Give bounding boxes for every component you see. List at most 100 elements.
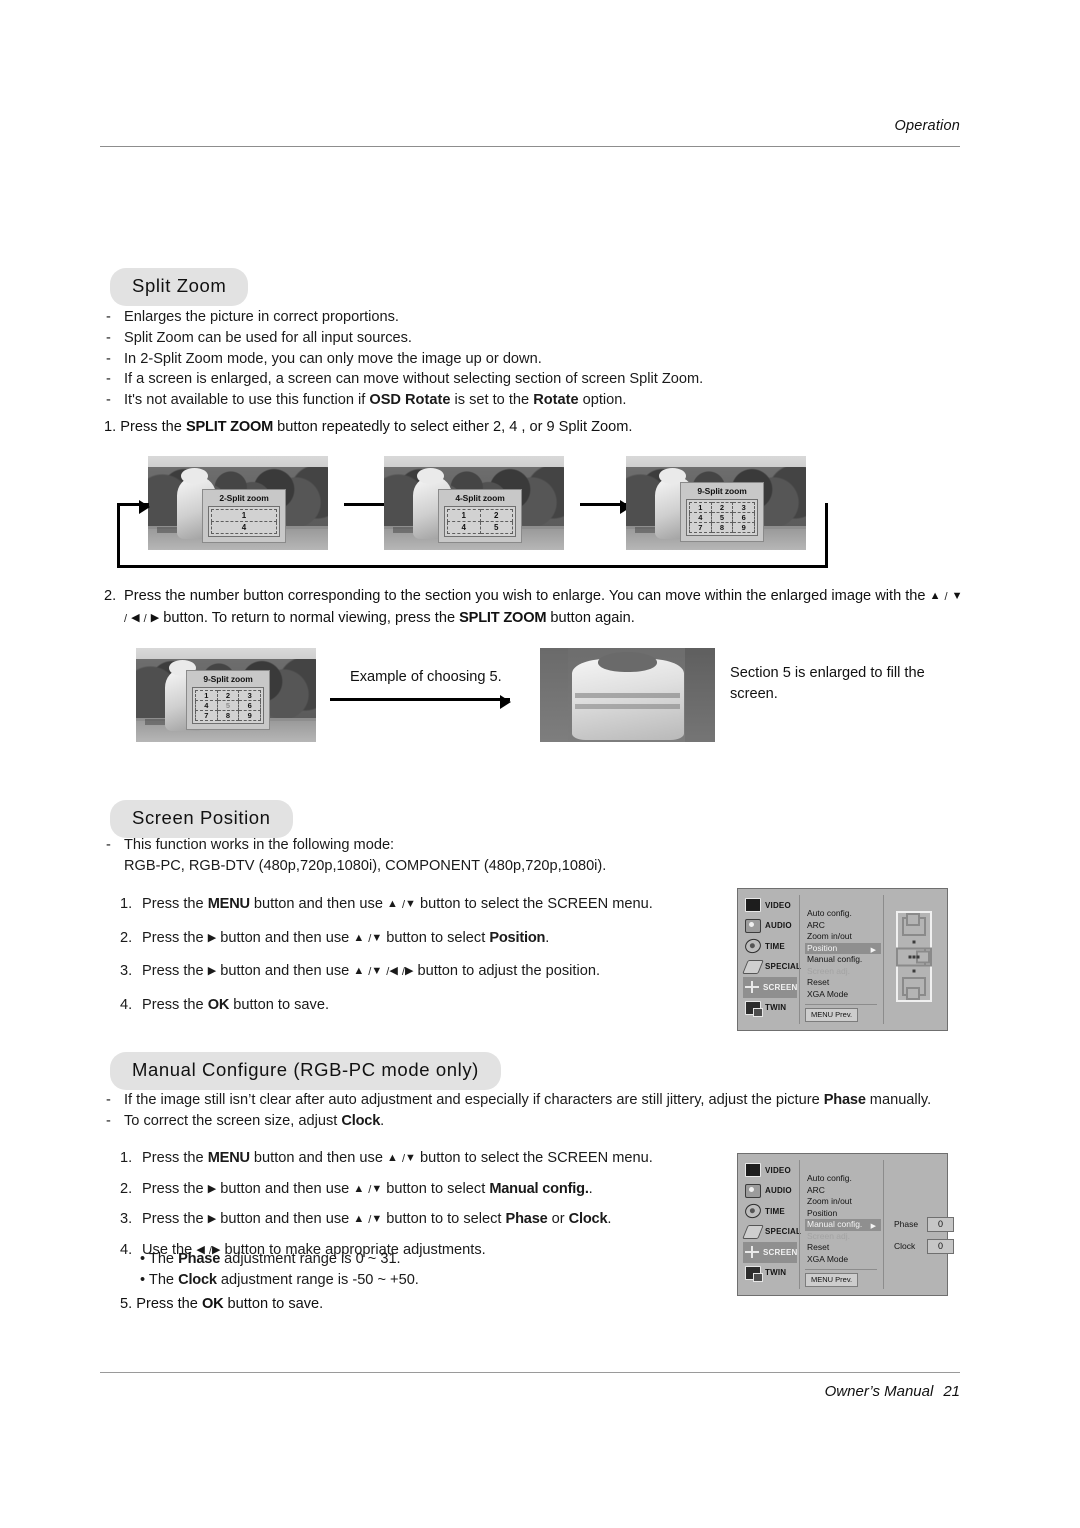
osd-sidebar-item-video[interactable]: VIDEO bbox=[743, 1160, 797, 1181]
twin-icon bbox=[745, 1265, 763, 1282]
osd-panel-position bbox=[883, 895, 942, 1024]
osd-overlay-9split-example: 9-Split zoom 123 456 789 bbox=[186, 670, 270, 730]
photo-enlarged-section bbox=[540, 648, 715, 742]
osd-sidebar-item-time[interactable]: TIME bbox=[743, 936, 797, 957]
step-3: 3. Press the ▶ button and then use ▲ /▼ … bbox=[120, 963, 601, 979]
position-dot-up bbox=[912, 940, 916, 944]
osd-sidebar-item-audio[interactable]: AUDIO bbox=[743, 1181, 797, 1202]
flow-loop-arrow bbox=[117, 500, 150, 514]
osd-menu-prev-button[interactable]: MENU Prev. bbox=[805, 1273, 859, 1287]
running-head: Operation bbox=[894, 118, 960, 134]
osd-sidebar-item-time[interactable]: TIME bbox=[743, 1201, 797, 1222]
osd-menu-prev-button[interactable]: MENU Prev. bbox=[805, 1008, 859, 1022]
split-grid-9-example: 123 456 789 bbox=[192, 687, 264, 724]
list-item: - Enlarges the picture in correct proport… bbox=[106, 309, 399, 325]
osd-menu-divider bbox=[805, 1004, 877, 1005]
osd-menu-item-screen-adj: Screen adj. bbox=[807, 1230, 850, 1241]
list-item: - If the image still isn’t clear after au… bbox=[106, 1092, 932, 1108]
clock-value[interactable]: 0 bbox=[927, 1238, 954, 1254]
position-dot-right bbox=[916, 955, 920, 958]
osd-sidebar-item-twin[interactable]: TWIN bbox=[743, 1263, 797, 1284]
osd-menu-item-auto-config[interactable]: Auto config. bbox=[805, 908, 881, 920]
osd-screenshot-position: VIDEO AUDIO TIME SPECIAL SCREEN TWIN Aut… bbox=[737, 888, 948, 1031]
footer-manual-label: Owner’s Manual bbox=[824, 1383, 934, 1400]
split-cell: 7 bbox=[195, 710, 218, 721]
osd-menu-item-xga-mode[interactable]: XGA Mode bbox=[805, 989, 881, 1001]
manual-configure-notes: - If the image still isn’t clear after au… bbox=[104, 1090, 964, 1132]
step-4: 4. Press the OK button to save. bbox=[120, 996, 329, 1013]
osd-menu-item-arc[interactable]: ARC bbox=[805, 1185, 881, 1197]
osd-sidebar-item-screen[interactable]: SCREEN bbox=[743, 977, 797, 998]
split-cell-selected: 5 bbox=[216, 700, 240, 711]
osd-menu-item-auto-config[interactable]: Auto config. bbox=[805, 1173, 881, 1185]
split-zoom-bullets: - Enlarges the picture in correct proport… bbox=[104, 307, 964, 411]
osd-menu-item-zoom-in-out[interactable]: Zoom in/out bbox=[805, 931, 881, 943]
time-icon bbox=[743, 1201, 763, 1221]
result-caption: Section 5 is enlarged to fill the screen… bbox=[730, 665, 925, 702]
list-item: - Split Zoom can be used for all input so… bbox=[106, 329, 412, 346]
phase-value[interactable]: 0 bbox=[927, 1216, 954, 1232]
osd-menu-item-manual-config[interactable]: Manual config. bbox=[805, 954, 881, 966]
position-dot-left bbox=[908, 955, 912, 958]
list-item: - If a screen is enlarged, a screen can m… bbox=[106, 371, 704, 388]
manual-config-fields: Phase 0 Clock 0 bbox=[894, 1216, 954, 1260]
footer-page-number: 21 bbox=[943, 1383, 960, 1400]
field-row-clock: Clock 0 bbox=[894, 1238, 954, 1254]
field-row-phase: Phase 0 bbox=[894, 1216, 954, 1232]
section-title-split-zoom: Split Zoom bbox=[110, 268, 249, 306]
time-icon bbox=[743, 936, 763, 956]
split-cell: 1 bbox=[195, 690, 218, 701]
osd-menu-item-reset[interactable]: Reset bbox=[805, 1242, 881, 1254]
step-2: 2. Press the ▶ button and then use ▲ /▼ … bbox=[120, 1180, 593, 1197]
split-cell: 2 bbox=[216, 690, 240, 701]
split-cell: 3 bbox=[238, 690, 261, 701]
osd-menu-item-xga-mode[interactable]: XGA Mode bbox=[805, 1254, 881, 1266]
footer-rule bbox=[100, 1372, 960, 1373]
split-zoom-step-1: 1. Press the SPLIT ZOOM button repeatedl… bbox=[104, 419, 633, 435]
osd-sidebar-2: VIDEO AUDIO TIME SPECIAL SCREEN TWIN bbox=[742, 1160, 801, 1289]
manual-configure-step-5: 5. Press the OK button to save. bbox=[120, 1296, 324, 1312]
osd-menu-item-zoom-in-out[interactable]: Zoom in/out bbox=[805, 1196, 881, 1208]
phase-label: Phase bbox=[894, 1219, 919, 1229]
section-title-screen-position: Screen Position bbox=[110, 800, 293, 838]
position-preview bbox=[896, 911, 932, 1002]
twin-icon bbox=[745, 1000, 763, 1017]
osd-sidebar-item-special[interactable]: SPECIAL bbox=[742, 1222, 801, 1243]
osd-sidebar-item-screen[interactable]: SCREEN bbox=[743, 1242, 797, 1263]
special-icon bbox=[742, 959, 764, 974]
osd-sidebar-item-video[interactable]: VIDEO bbox=[743, 895, 797, 916]
list-item: - This function works in the following mo… bbox=[106, 837, 395, 853]
example-arrow bbox=[330, 695, 511, 709]
osd-menu-item-manual-config[interactable]: Manual config. ▶ bbox=[805, 1219, 881, 1231]
special-icon bbox=[742, 1224, 764, 1239]
audio-icon bbox=[745, 1183, 761, 1198]
osd-menu-item-arc[interactable]: ARC bbox=[805, 920, 881, 932]
osd-sidebar: VIDEO AUDIO TIME SPECIAL SCREEN TWIN bbox=[742, 895, 801, 1024]
split-cell: 9 bbox=[238, 710, 261, 721]
osd-sidebar-item-special[interactable]: SPECIAL bbox=[742, 957, 801, 978]
osd-sidebar-item-twin[interactable]: TWIN bbox=[743, 998, 797, 1019]
screen-icon bbox=[745, 981, 759, 994]
osd-menu-divider bbox=[805, 1269, 877, 1270]
osd-menu-list: Auto config. ARC Zoom in/out Position ▶ M… bbox=[799, 895, 881, 1024]
osd-menu-item-position[interactable]: Position bbox=[805, 1208, 881, 1220]
video-icon bbox=[745, 898, 761, 913]
osd-menu-item-reset[interactable]: Reset bbox=[805, 977, 881, 989]
split-cell: 4 bbox=[195, 700, 218, 711]
osd-menu-item-position[interactable]: Position ▶ bbox=[805, 942, 881, 954]
osd-panel-manual-config: Phase 0 Clock 0 bbox=[883, 1160, 954, 1289]
position-down-icon bbox=[902, 977, 926, 1000]
list-item-continuation: RGB-PC, RGB-DTV (480p,720p,1080i), COMPO… bbox=[124, 857, 607, 874]
split-cell: 8 bbox=[216, 710, 240, 721]
osd-sidebar-item-audio[interactable]: AUDIO bbox=[743, 916, 797, 937]
osd-screenshot-manual-config: VIDEO AUDIO TIME SPECIAL SCREEN TWIN Aut… bbox=[737, 1153, 954, 1296]
screen-icon bbox=[745, 1246, 759, 1259]
step-1: 1. Press the MENU button and then use ▲ … bbox=[120, 896, 653, 912]
split-zoom-step-2: 2. Press the number button corresponding… bbox=[104, 588, 963, 626]
audio-icon bbox=[745, 918, 761, 933]
header-rule bbox=[100, 146, 960, 147]
list-item: - It's not available to use this function… bbox=[106, 392, 627, 409]
position-dot-down bbox=[912, 969, 916, 973]
range-clock: • The Clock adjustment range is -50 ~ +5… bbox=[140, 1272, 419, 1288]
osd-menu-list-2: Auto config. ARC Zoom in/out Position Ma… bbox=[799, 1160, 881, 1289]
